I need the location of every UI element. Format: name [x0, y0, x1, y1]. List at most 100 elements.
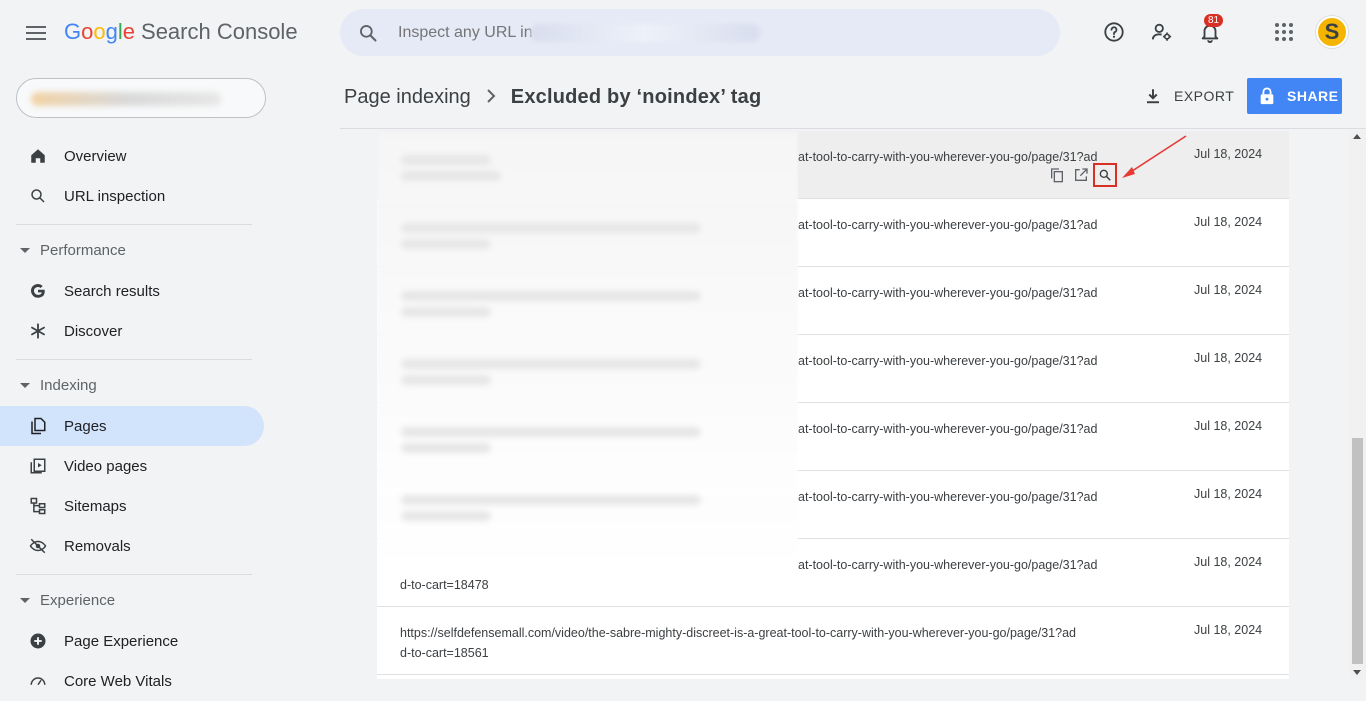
scroll-down-arrow[interactable] [1353, 670, 1361, 675]
home-icon [28, 146, 48, 166]
open-in-new-icon [1075, 168, 1088, 181]
sidebar-item-url-inspection[interactable]: URL inspection [0, 176, 264, 216]
sidebar-item-discover[interactable]: Discover [0, 311, 264, 351]
url-table: at-tool-to-carry-with-you-wherever-you-g… [377, 131, 1289, 679]
logo-letter: G [64, 19, 82, 44]
logo-letter: o [81, 19, 94, 44]
redacted-property-name [31, 92, 221, 106]
date-cell: Jul 18, 2024 [1194, 351, 1263, 365]
sidebar-item-label: URL inspection [64, 187, 166, 205]
url-text-continuation: d-to-cart=18561 [400, 646, 489, 660]
google-g-icon [28, 281, 48, 301]
logo-letter: e [122, 19, 136, 44]
divider [16, 224, 252, 225]
search-icon [358, 23, 378, 43]
date-cell: Jul 18, 2024 [1194, 215, 1263, 229]
section-indexing[interactable]: Indexing [20, 377, 97, 394]
url-text: at-tool-to-carry-with-you-wherever-you-g… [798, 150, 1098, 164]
section-label: Performance [40, 242, 126, 259]
date-cell: Jul 18, 2024 [1194, 419, 1263, 433]
sidebar-item-removals[interactable]: Removals [0, 526, 264, 566]
copy-icon [1051, 168, 1063, 183]
app-logo[interactable]: Google Search Console [64, 19, 298, 45]
share-button[interactable]: SHARE [1247, 78, 1342, 114]
chevron-right-icon [485, 86, 497, 109]
sidebar-item-label: Pages [64, 417, 107, 435]
page-title: Excluded by ‘noindex’ tag [510, 86, 762, 108]
eye-off-icon [28, 536, 48, 556]
export-button[interactable]: EXPORT [1144, 84, 1234, 108]
property-selector[interactable] [16, 78, 266, 118]
table-row[interactable]: at-tool-to-carry-with-you-wherever-you-g… [377, 471, 1289, 539]
main-menu-button[interactable] [20, 17, 52, 49]
date-cell: Jul 18, 2024 [1194, 555, 1263, 569]
plus-circle-icon [28, 631, 48, 651]
sidebar-item-search-results[interactable]: Search results [0, 271, 264, 311]
lock-icon [1259, 87, 1275, 105]
row-actions [1047, 163, 1117, 187]
help-icon [1104, 22, 1124, 42]
sidebar-item-page-experience[interactable]: Page Experience [0, 621, 264, 661]
date-cell: Jul 18, 2024 [1194, 487, 1263, 501]
caret-down-icon [20, 383, 30, 388]
breadcrumb-parent-link[interactable]: Page indexing [344, 86, 471, 109]
open-url-button[interactable] [1071, 165, 1091, 185]
caret-down-icon [20, 248, 30, 253]
header-divider [340, 128, 1366, 129]
table-row[interactable]: at-tool-to-carry-with-you-wherever-you-g… [377, 199, 1289, 267]
pages-icon [28, 416, 48, 436]
table-row[interactable]: at-tool-to-carry-with-you-wherever-you-g… [377, 267, 1289, 335]
menu-icon-bar [26, 38, 46, 40]
sitemap-icon [28, 496, 48, 516]
apps-button[interactable] [1268, 16, 1300, 48]
notification-badge: 81 [1204, 14, 1224, 27]
date-cell: Jul 18, 2024 [1194, 147, 1263, 161]
settings-users-button[interactable] [1146, 16, 1178, 48]
url-cell-continuation: d-to-cart=18478 [400, 578, 489, 592]
section-performance[interactable]: Performance [20, 242, 126, 259]
product-name: Search Console [141, 19, 298, 44]
sidebar: Overview URL inspection Performance Sear… [0, 64, 272, 690]
divider [16, 574, 252, 575]
section-experience[interactable]: Experience [20, 592, 115, 609]
top-bar: GoogleSearch Console 81 S [0, 0, 1366, 64]
sidebar-item-overview[interactable]: Overview [0, 136, 264, 176]
scroll-thumb[interactable] [1352, 438, 1363, 664]
caret-down-icon [20, 598, 30, 603]
asterisk-icon [28, 321, 48, 341]
copy-url-button[interactable] [1047, 165, 1067, 185]
sidebar-item-pages[interactable]: Pages [0, 406, 264, 446]
sidebar-item-label: Core Web Vitals [64, 672, 172, 690]
url-inspect-input[interactable] [398, 23, 548, 42]
manage-users-icon [1151, 23, 1172, 41]
sidebar-item-label: Sitemaps [64, 497, 127, 515]
sidebar-item-label: Search results [64, 282, 160, 300]
url-inspect-bar[interactable] [340, 9, 1060, 56]
sidebar-item-core-web-vitals[interactable]: Core Web Vitals [0, 661, 264, 701]
account-avatar[interactable]: S [1316, 16, 1348, 48]
inspect-url-button[interactable] [1093, 163, 1117, 187]
export-label: EXPORT [1174, 88, 1235, 104]
sidebar-item-sitemaps[interactable]: Sitemaps [0, 486, 264, 526]
logo-letter: g [105, 19, 118, 44]
sidebar-item-label: Video pages [64, 457, 148, 475]
url-cell: https://selfdefensemall.com/video/the-sa… [400, 623, 1120, 663]
scroll-up-arrow[interactable] [1353, 134, 1361, 139]
download-icon [1144, 87, 1162, 105]
page-scrollbar[interactable] [1349, 130, 1366, 679]
share-label: SHARE [1287, 88, 1339, 104]
sidebar-item-label: Page Experience [64, 632, 179, 650]
table-row[interactable]: at-tool-to-carry-with-you-wherever-you-g… [377, 403, 1289, 471]
menu-icon-bar [26, 32, 46, 34]
table-row[interactable]: at-tool-to-carry-with-you-wherever-you-g… [377, 131, 1289, 199]
help-button[interactable] [1098, 16, 1130, 48]
divider [16, 359, 252, 360]
apps-grid-icon [1275, 23, 1293, 41]
section-label: Indexing [40, 377, 97, 394]
date-cell: Jul 18, 2024 [1194, 283, 1263, 297]
sidebar-item-label: Overview [64, 147, 127, 165]
table-row[interactable]: at-tool-to-carry-with-you-wherever-you-g… [377, 539, 1289, 607]
sidebar-item-video-pages[interactable]: Video pages [0, 446, 264, 486]
table-row[interactable]: at-tool-to-carry-with-you-wherever-you-g… [377, 335, 1289, 403]
table-row[interactable]: https://selfdefensemall.com/video/the-sa… [377, 607, 1289, 675]
